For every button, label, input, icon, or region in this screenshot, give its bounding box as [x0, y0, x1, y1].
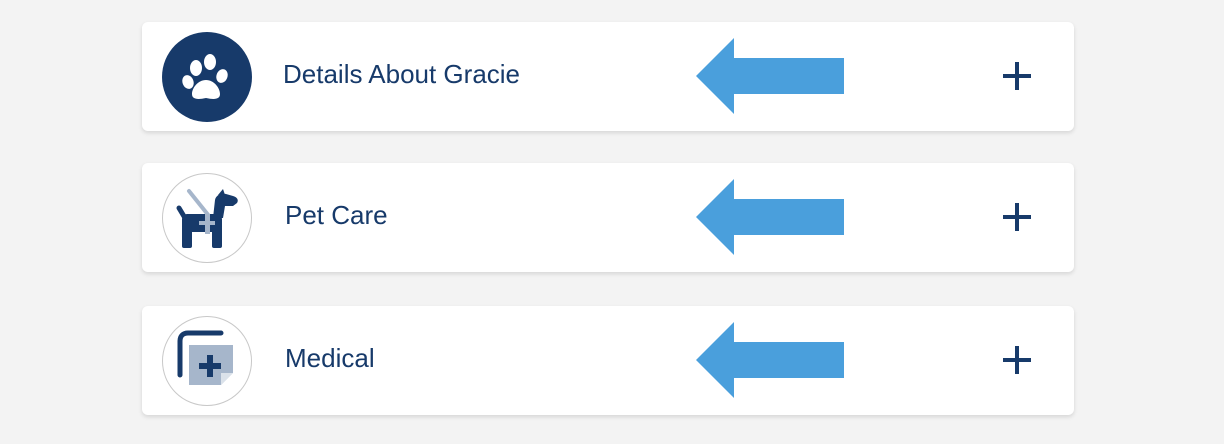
arrow-left-icon [696, 38, 844, 114]
plus-icon[interactable] [999, 199, 1035, 235]
plus-icon[interactable] [999, 58, 1035, 94]
section-label: Details About Gracie [283, 59, 521, 89]
medical-record-icon [162, 316, 252, 406]
paw-icon [162, 32, 252, 122]
arrow-left-icon [696, 322, 844, 398]
section-label: Pet Care [285, 200, 388, 230]
dog-icon [162, 173, 252, 263]
arrow-left-icon [696, 179, 844, 255]
section-details-about-gracie[interactable]: Details About Gracie [142, 22, 1074, 131]
section-medical[interactable]: Medical [142, 306, 1074, 415]
plus-icon[interactable] [999, 342, 1035, 378]
section-pet-care[interactable]: Pet Care [142, 163, 1074, 272]
section-label: Medical [285, 343, 375, 373]
